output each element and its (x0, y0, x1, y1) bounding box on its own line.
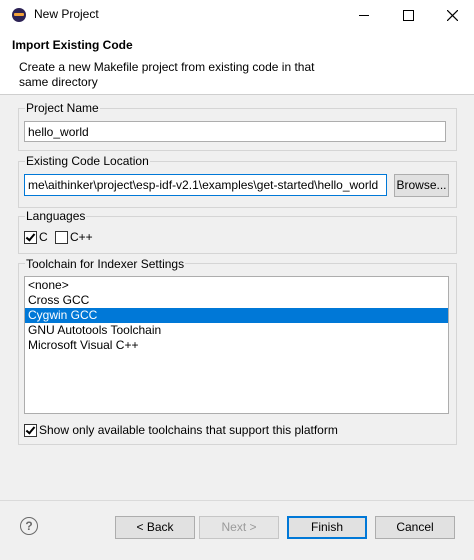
new-project-dialog: New Project Import Existing Code Create … (0, 0, 474, 560)
page-description: Create a new Makefile project from exist… (19, 60, 315, 89)
show-only-available-label: Show only available toolchains that supp… (39, 423, 338, 437)
languages-label: Languages (25, 209, 87, 223)
code-location-label: Existing Code Location (25, 154, 150, 168)
page-title: Import Existing Code (12, 38, 133, 52)
show-only-available-checkbox[interactable] (24, 424, 37, 437)
cancel-button[interactable]: Cancel (375, 516, 455, 539)
toolchain-item-cross-gcc[interactable]: Cross GCC (25, 293, 448, 308)
code-location-input[interactable]: me\aithinker\project\esp-idf-v2.1\exampl… (24, 174, 387, 196)
close-icon (446, 9, 458, 21)
toolchain-label: Toolchain for Indexer Settings (25, 257, 186, 271)
project-name-label: Project Name (25, 101, 100, 115)
language-cpp-label: C++ (70, 230, 93, 244)
language-c-label: C (39, 230, 48, 244)
toolchain-item-none[interactable]: <none> (25, 278, 448, 293)
browse-button[interactable]: Browse... (394, 174, 449, 197)
next-button[interactable]: Next > (199, 516, 279, 539)
finish-button[interactable]: Finish (287, 516, 367, 539)
title-bar: New Project (0, 0, 474, 30)
wizard-header: Import Existing Code Create a new Makefi… (0, 30, 474, 95)
minimize-button[interactable] (342, 0, 386, 30)
eclipse-icon (12, 8, 26, 22)
toolchain-item-cygwin-gcc[interactable]: Cygwin GCC (25, 308, 448, 323)
maximize-icon (402, 9, 414, 21)
maximize-button[interactable] (386, 0, 430, 30)
footer-separator (0, 500, 474, 501)
toolchain-item-gnu-autotools[interactable]: GNU Autotools Toolchain (25, 323, 448, 338)
toolchain-item-msvc[interactable]: Microsoft Visual C++ (25, 338, 448, 353)
window-title: New Project (34, 7, 99, 21)
language-cpp-checkbox[interactable] (55, 231, 68, 244)
project-name-input[interactable] (24, 121, 446, 142)
minimize-icon (359, 14, 369, 16)
help-icon[interactable]: ? (20, 517, 38, 535)
language-c-checkbox[interactable] (24, 231, 37, 244)
close-button[interactable] (430, 0, 474, 30)
toolchain-list[interactable]: <none> Cross GCC Cygwin GCC GNU Autotool… (24, 276, 449, 414)
back-button[interactable]: < Back (115, 516, 195, 539)
